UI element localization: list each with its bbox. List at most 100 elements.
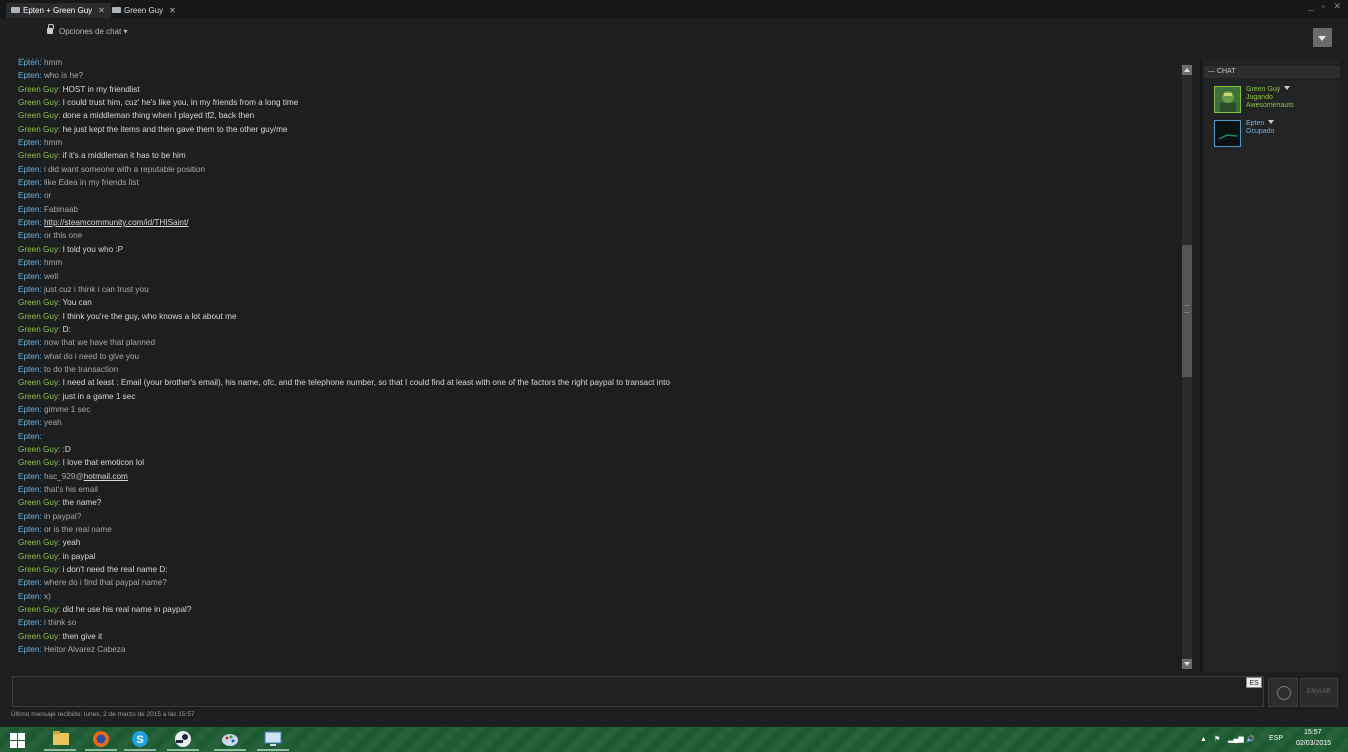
lock-icon (47, 24, 54, 34)
message-sender: Epten (18, 351, 40, 361)
message-sender: Epten (18, 164, 40, 174)
chat-message: Epten: what do i need to give you (12, 350, 1180, 363)
message-sender: Epten (18, 271, 40, 281)
message-sender: Epten (18, 591, 40, 601)
skype-icon[interactable]: S (124, 728, 156, 751)
chat-header: Opciones de chat ▾ (0, 18, 1348, 60)
scroll-up-arrow[interactable] (1182, 65, 1192, 75)
message-text: gimme 1 sec (43, 404, 91, 414)
steam-icon[interactable] (167, 728, 199, 751)
message-sender: Epten (18, 418, 40, 428)
close-tab-icon[interactable]: ✕ (98, 6, 105, 15)
message-sender: Green Guy (18, 444, 59, 454)
remote-desktop-icon[interactable] (257, 728, 289, 751)
message-link[interactable]: hotmail.com (84, 472, 128, 481)
clock-date[interactable]: 02/03/2015 (1296, 740, 1331, 747)
chat-options-button[interactable]: Opciones de chat ▾ (47, 24, 128, 36)
message-text: to do the transaction (43, 364, 119, 374)
tab-bar: Epten + Green Guy ✕ Green Guy ✕ _ ▫ ✕ (0, 0, 1348, 18)
message-text: in paypal (62, 551, 96, 561)
message-sender: Green Guy (18, 391, 59, 401)
file-explorer-icon[interactable] (44, 728, 76, 751)
panel-splitter[interactable] (1200, 60, 1202, 672)
chat-message: Green Guy: just in a game 1 sec (12, 390, 1180, 403)
chat-menu-dropdown-button[interactable] (1313, 28, 1332, 47)
message-text: i think so (43, 618, 77, 628)
scroll-grip (1185, 305, 1189, 313)
input-language-badge: ES (1246, 677, 1262, 688)
message-text: just cuz i think i can trust you (43, 284, 149, 294)
chat-message: Green Guy: HOST in my friendlist (12, 83, 1180, 96)
chat-message: Epten: x) (12, 590, 1180, 603)
chat-message: Green Guy: then give it (12, 630, 1180, 643)
message-input-box[interactable] (12, 676, 1264, 707)
chat-message: Green Guy: :D (12, 443, 1180, 456)
friend-entry-green-guy[interactable]: Green Guy Jugando Awesomenauts (1214, 86, 1338, 114)
message-text: or (43, 191, 52, 201)
chat-message: Epten: in paypal? (12, 510, 1180, 523)
chat-message: Epten: hmm (12, 56, 1180, 69)
message-text: that's his email (43, 485, 98, 494)
paint-icon[interactable] (214, 728, 246, 751)
send-button[interactable]: ENVIAR (1300, 678, 1338, 707)
message-sender: Green Guy (18, 551, 59, 561)
chat-message: Green Guy: the name? (12, 496, 1180, 509)
sidebar-header[interactable]: — CHAT (1204, 66, 1340, 78)
message-sender: Epten (18, 338, 40, 348)
chat-message: Epten: hmm (12, 136, 1180, 149)
emoticon-button[interactable] (1268, 678, 1298, 707)
message-text: where do i find that paypal name? (43, 578, 167, 588)
clock-time[interactable]: 15:57 (1304, 729, 1322, 736)
message-text: Heitor Alvarez Cabeza (43, 645, 126, 655)
message-sender: Epten (18, 404, 40, 414)
message-sender: Epten (18, 645, 40, 655)
message-sender: Epten (18, 138, 40, 148)
message-text: did he use his real name in paypal? (62, 605, 192, 615)
message-text: You can (62, 298, 92, 308)
tab-group-chat[interactable]: Epten + Green Guy ✕ (6, 3, 111, 18)
friend-status: Jugando (1246, 94, 1273, 101)
message-sender: Epten (18, 471, 40, 481)
firefox-icon[interactable] (85, 728, 117, 751)
chat-message: Green Guy: I need at least : Email (your… (12, 376, 1180, 389)
message-link[interactable]: http://steamcommunity.com/id/THISaint/ (44, 218, 189, 227)
tray-up-arrow-icon[interactable]: ▲ (1200, 736, 1207, 743)
message-text: in paypal? (43, 511, 82, 521)
chat-message: Epten: or is the real name (12, 523, 1180, 536)
message-sender: Epten (18, 204, 40, 214)
chat-message: Green Guy: in paypal (12, 550, 1180, 563)
volume-icon[interactable]: 🔊 (1246, 735, 1255, 743)
message-text: done a middleman thing when I played tf2… (62, 111, 255, 121)
message-input[interactable] (13, 677, 1263, 706)
windows-start-icon[interactable] (6, 728, 38, 751)
avatar (1214, 86, 1241, 113)
close-tab-icon[interactable]: ✕ (169, 6, 176, 15)
chat-message: Epten: like Edea in my friends list (12, 176, 1180, 189)
signal-icon[interactable]: ▂▄▆ (1228, 735, 1244, 743)
message-text: now that we have that planned (43, 338, 156, 348)
tab-green-guy[interactable]: Green Guy ✕ (107, 3, 182, 18)
scroll-down-arrow[interactable] (1182, 659, 1192, 669)
message-text: x) (43, 591, 51, 601)
message-text: yeah (62, 538, 81, 548)
friend-entry-epten[interactable]: Epten Ocupado (1214, 120, 1338, 148)
message-text: or this one (43, 231, 83, 241)
message-text: hmm (43, 138, 63, 148)
chat-message: Epten: that's his email (12, 483, 1180, 496)
message-text: he just kept the items and then gave the… (62, 124, 288, 134)
message-sender: Green Guy (18, 538, 59, 548)
chat-message: Green Guy: D: (12, 323, 1180, 336)
message-sender: Epten (18, 258, 40, 268)
chevron-down-icon[interactable] (1284, 86, 1291, 90)
window-controls[interactable]: _ ▫ ✕ (1308, 1, 1344, 12)
message-sender: Green Guy (18, 298, 59, 308)
message-sender: Green Guy (18, 124, 59, 134)
message-text: what do i need to give you (43, 351, 140, 361)
message-text: if it's a middleman it has to be him (62, 151, 186, 161)
network-flag-icon[interactable]: ⚑ (1214, 735, 1220, 743)
message-sender: Green Guy (18, 631, 59, 641)
input-language-indicator[interactable]: ESP (1269, 735, 1283, 742)
chat-scrollbar[interactable] (1182, 65, 1192, 669)
chevron-down-icon[interactable] (1268, 120, 1275, 124)
message-text: Fabinaab (43, 204, 79, 214)
